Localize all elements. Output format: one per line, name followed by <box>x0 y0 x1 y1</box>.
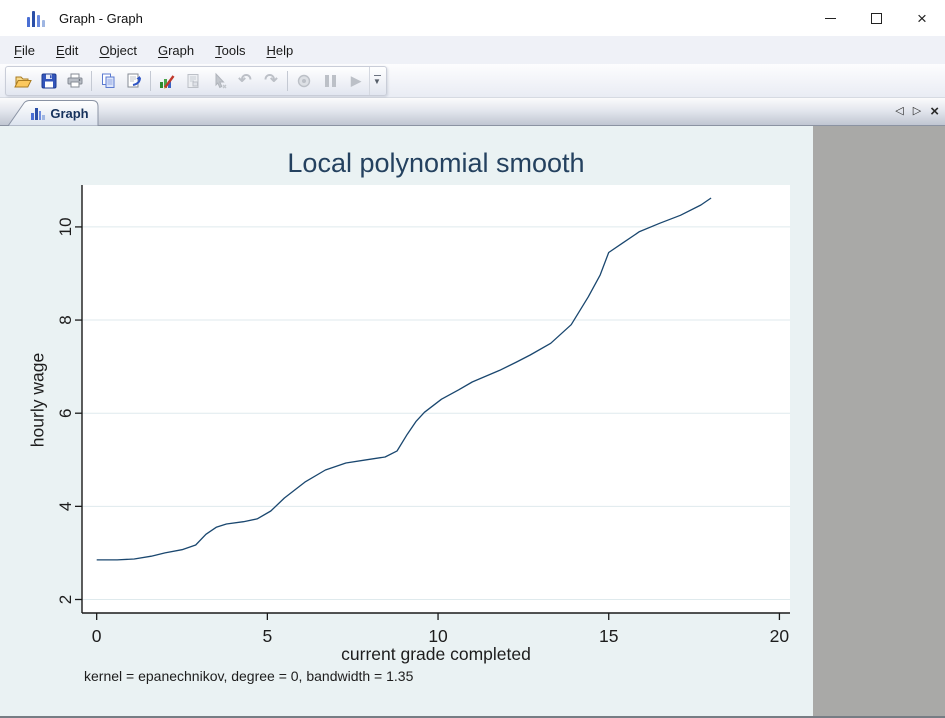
prev-tab-button[interactable]: ◁ <box>895 106 903 117</box>
menu-graph[interactable]: Graph <box>158 43 194 58</box>
svg-text:15: 15 <box>599 626 618 646</box>
copy-graph-button[interactable] <box>121 68 147 94</box>
record-circle-icon <box>294 71 314 91</box>
plot-canvas: 2 4 6 8 10 0 5 10 15 20 <box>0 126 813 718</box>
chart-note: kernel = epanechnikov, degree = 0, bandw… <box>84 668 413 684</box>
window-title: Graph - Graph <box>59 11 143 26</box>
menu-help[interactable]: Help <box>266 43 293 58</box>
play-icon: ▶ <box>351 74 361 87</box>
toolbar: ↶ ↷ ▶ ▼ <box>0 64 945 98</box>
graph-canvas-area: 24681005101520 Local polynomial smooth h… <box>0 126 813 718</box>
minimize-button[interactable] <box>807 0 853 36</box>
pointer-arrow-icon <box>209 71 229 91</box>
next-tab-button[interactable]: ▷ <box>913 106 921 117</box>
x-axis-label: current grade completed <box>82 644 790 665</box>
open-folder-icon <box>13 71 33 91</box>
maximize-button[interactable] <box>853 0 899 36</box>
svg-text:20: 20 <box>770 626 790 646</box>
copy-icon <box>98 71 118 91</box>
undo-button[interactable]: ↶ <box>232 68 258 94</box>
pause-icon <box>325 75 336 87</box>
record-button[interactable] <box>291 68 317 94</box>
copy-graph-icon <box>124 71 144 91</box>
deselect-tool-button[interactable] <box>206 68 232 94</box>
chevron-down-icon: ▼ <box>373 78 381 86</box>
open-button[interactable] <box>10 68 36 94</box>
menu-object[interactable]: Object <box>99 43 137 58</box>
toolbar-options-button[interactable]: ▼ <box>369 67 384 95</box>
menu-file[interactable]: File <box>14 43 35 58</box>
tabstrip: Graph ◁ ▷ × <box>0 98 945 126</box>
close-tab-button[interactable]: × <box>930 104 939 119</box>
tab-label: Graph <box>50 106 88 121</box>
toolbar-separator <box>287 71 288 91</box>
graph-editor-icon <box>157 71 177 91</box>
menu-edit[interactable]: Edit <box>56 43 78 58</box>
svg-text:5: 5 <box>262 626 272 646</box>
svg-text:2: 2 <box>56 595 75 604</box>
save-button[interactable] <box>36 68 62 94</box>
svg-text:10: 10 <box>428 626 448 646</box>
graph-window: Graph - Graph × File Edit Object Graph T… <box>0 0 945 718</box>
toolbar-options-bar <box>374 75 381 76</box>
minimize-icon <box>825 18 836 19</box>
menubar: File Edit Object Graph Tools Help <box>0 36 945 64</box>
svg-text:0: 0 <box>92 626 102 646</box>
chart-title: Local polynomial smooth <box>82 148 790 179</box>
svg-text:10: 10 <box>56 217 75 236</box>
tab-bar-chart-icon <box>31 107 45 120</box>
close-icon: × <box>917 10 927 27</box>
print-button[interactable] <box>62 68 88 94</box>
close-button[interactable]: × <box>899 0 945 36</box>
titlebar: Graph - Graph × <box>0 0 945 36</box>
redo-icon: ↷ <box>264 73 277 89</box>
side-panel <box>813 126 945 718</box>
maximize-icon <box>871 13 882 24</box>
toolbar-separator <box>150 71 151 91</box>
toolbar-separator <box>91 71 92 91</box>
menu-tools[interactable]: Tools <box>215 43 245 58</box>
svg-text:6: 6 <box>56 408 75 417</box>
app-bar-chart-icon <box>27 9 47 27</box>
graph-editor-button[interactable] <box>154 68 180 94</box>
tab-graph[interactable]: Graph <box>7 100 99 126</box>
pause-button[interactable] <box>317 68 343 94</box>
preview-page-icon <box>183 71 203 91</box>
content-area: 24681005101520 Local polynomial smooth h… <box>0 126 945 718</box>
copy-button[interactable] <box>95 68 121 94</box>
play-button[interactable]: ▶ <box>343 68 369 94</box>
svg-text:8: 8 <box>56 315 75 324</box>
printer-icon <box>65 71 85 91</box>
save-floppy-icon <box>39 71 59 91</box>
preview-button[interactable] <box>180 68 206 94</box>
undo-icon: ↶ <box>238 73 251 89</box>
svg-text:4: 4 <box>56 502 75 511</box>
redo-button[interactable]: ↷ <box>258 68 284 94</box>
